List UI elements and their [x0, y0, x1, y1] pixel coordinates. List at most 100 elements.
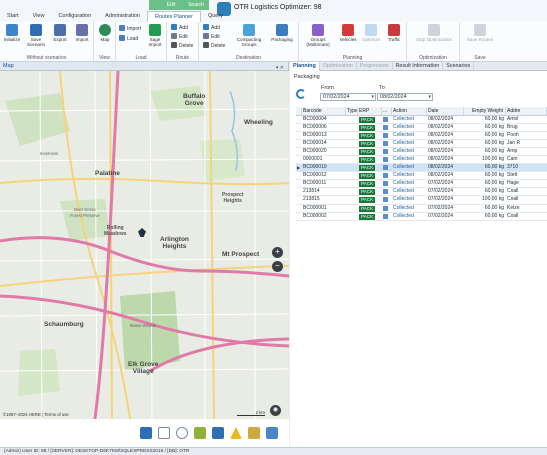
stop-optimization-button[interactable]: Stop Optimization [413, 24, 455, 42]
warning-icon[interactable] [230, 427, 242, 439]
route-edit-icon[interactable] [194, 427, 206, 439]
document-icon[interactable] [383, 213, 388, 219]
zoom-out-button[interactable]: − [272, 261, 283, 272]
tab-start[interactable]: Start [0, 11, 26, 22]
column-erp[interactable]: ERP [358, 107, 382, 115]
from-date-field[interactable]: 07/02/2024 ▾ [320, 93, 376, 101]
table-row[interactable]: BC000002 PACK Collected 07/02/2024 60,00 kg C… [296, 213, 547, 221]
table-row[interactable]: 213815 PACK Collected 07/02/2024 100,00 kg Co… [296, 196, 547, 205]
tab-optimization[interactable]: Optimization [320, 62, 357, 71]
document-icon[interactable] [383, 173, 388, 179]
optimize-button[interactable]: Optimize [360, 24, 382, 42]
document-icon[interactable] [383, 181, 388, 187]
route-delete-button[interactable]: Delete [171, 42, 193, 50]
table-row[interactable]: BC000001 PACK Collected 07/02/2024 60,00 kg K… [296, 205, 547, 213]
table-row[interactable]: BC000020 PACK Collected 08/02/2024 60,00 kg A… [296, 148, 547, 157]
map-canvas[interactable]: Buffalo Grove Wheeling Inverness Palatine… [0, 71, 289, 419]
table-row[interactable]: BC000011 PACK Collected 07/02/2024 60,00 kg H… [296, 180, 547, 189]
table-header: Barcode Type ERP ... Action Date Empty W… [296, 107, 547, 116]
row-action-cell [382, 196, 392, 203]
column-empty-weight[interactable]: Empty Weight [464, 107, 506, 115]
destination-delete-button[interactable]: Delete [203, 42, 225, 50]
column-more[interactable]: ... [382, 107, 392, 115]
tab-routes-planner[interactable]: Routes Planner [147, 11, 201, 22]
document-icon[interactable] [383, 133, 388, 139]
document-icon[interactable] [383, 157, 388, 163]
legend-icon[interactable] [266, 427, 278, 439]
document-icon[interactable] [383, 125, 388, 131]
route-edit-button[interactable]: Edit [171, 33, 188, 41]
route-add-button[interactable]: Add [171, 24, 188, 32]
weight-cell: 60,00 kg [484, 188, 504, 195]
document-icon[interactable] [383, 205, 388, 211]
save-routes-button[interactable]: Save Routes [464, 24, 496, 42]
document-icon[interactable] [383, 149, 388, 155]
add-icon [203, 24, 209, 30]
layer-icon[interactable] [212, 427, 224, 439]
save-scenario-button[interactable]: Save Scenario [26, 24, 46, 47]
group-label: Optimization [419, 55, 447, 61]
erp-badge: PACK [359, 125, 376, 132]
settings-map-icon[interactable] [248, 427, 260, 439]
chevron-down-icon[interactable]: ▾ [371, 94, 374, 101]
tab-scenarios[interactable]: Scenarios [443, 62, 475, 71]
initialize-button[interactable]: Initialize [2, 24, 22, 42]
destination-add-button[interactable]: Add [203, 24, 220, 32]
import-button[interactable]: Import [72, 24, 92, 42]
compacting-groups-button[interactable]: Compacting Groups [234, 24, 264, 47]
vehicles-button[interactable]: Vehicles [337, 24, 359, 42]
table-row[interactable]: BC000006 PACK Collected 08/02/2024 60,00 kg B… [296, 124, 547, 133]
tab-progression[interactable]: Progression [357, 62, 393, 71]
address-cell: Jan R [507, 140, 521, 147]
group-save: Save Routes Save [460, 22, 500, 62]
column-date[interactable]: Date [427, 107, 464, 115]
load-import-button[interactable]: Import [119, 25, 141, 33]
to-date-field[interactable]: 08/02/2024 ▾ [377, 93, 433, 101]
document-icon[interactable] [383, 165, 388, 171]
column-type[interactable]: Type [346, 107, 358, 115]
traffic-button[interactable]: Traffic [383, 24, 405, 42]
export-button[interactable]: Export [50, 24, 70, 42]
map-button[interactable]: Map [95, 24, 115, 42]
date-cell: 07/02/2024 [428, 212, 454, 219]
packaging-button[interactable]: Packaging [269, 24, 295, 42]
circle-select-icon[interactable] [176, 427, 188, 439]
cluster-icon[interactable] [140, 427, 152, 439]
polygon-select-icon[interactable] [158, 427, 170, 439]
table-row[interactable]: BC000012 PACK Collected 08/02/2024 60,00 kg S… [296, 172, 547, 181]
sage-import-button[interactable]: Sage Import [145, 24, 165, 47]
document-icon[interactable] [383, 117, 388, 122]
zoom-in-button[interactable]: + [272, 247, 283, 258]
tab-view[interactable]: View [26, 11, 52, 22]
table-row[interactable]: ▶ BC000010 PACK Collected 08/02/2024 60,00 kg… [296, 164, 547, 173]
tab-administration[interactable]: Administration [98, 11, 147, 22]
type-cell [346, 213, 358, 220]
destination-edit-button[interactable]: Edit [203, 33, 220, 41]
table-row[interactable]: 213814 PACK Collected 07/02/2024 60,00 kg Coa… [296, 188, 547, 197]
table-row[interactable]: BC000014 PACK Collected 08/02/2024 60,00 kg J… [296, 140, 547, 149]
action-cell: Collected [393, 140, 414, 147]
compass-icon[interactable]: ◉ [270, 405, 281, 416]
refresh-icon[interactable] [296, 89, 306, 99]
column-barcode[interactable]: Barcode [302, 107, 346, 115]
document-icon[interactable] [383, 197, 388, 203]
table-row[interactable]: BC000004 PACK Collected 08/02/2024 60,00 kg A… [296, 116, 547, 125]
document-icon[interactable] [383, 141, 388, 147]
barcode-cell: 213815 [303, 196, 320, 203]
table-row[interactable]: BC000013 PACK Collected 08/02/2024 60,00 kg P… [296, 132, 547, 141]
table-row[interactable]: 0000001 PACK Collected 08/02/2024 100,00 kg C… [296, 156, 547, 165]
erp-cell: PACK [358, 124, 382, 132]
weight-cell: 60,00 kg [484, 140, 504, 147]
groups-multiroute-button[interactable]: Groups (Multiroute) [303, 24, 333, 47]
action-cell: Collected [393, 196, 414, 203]
tab-planning[interactable]: Planning [290, 62, 320, 71]
tab-result-information[interactable]: Result Information [393, 62, 444, 71]
column-action[interactable]: Action [392, 107, 427, 115]
tab-query[interactable]: Query [201, 11, 230, 22]
load-button[interactable]: Load [119, 35, 138, 43]
tab-configuration[interactable]: Configuration [51, 11, 98, 22]
chevron-down-icon[interactable]: ▾ [428, 94, 431, 101]
document-icon[interactable] [383, 189, 388, 195]
map-label-schaumburg: Schaumburg [44, 321, 84, 328]
column-address[interactable]: Addre [506, 107, 547, 115]
